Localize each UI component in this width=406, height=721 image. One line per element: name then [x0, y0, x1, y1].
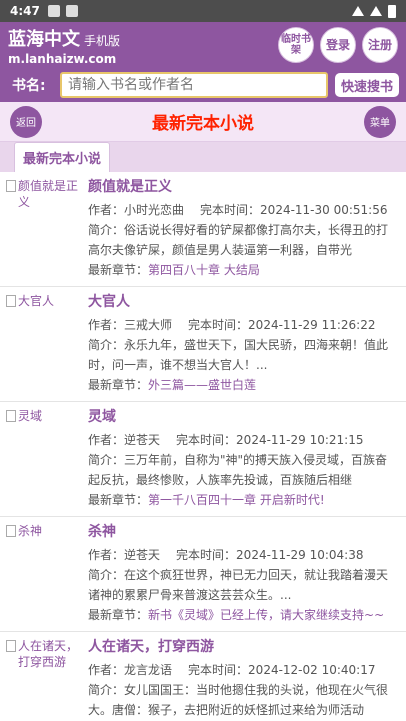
book-list: 颜值就是正义 颜值就是正义 作者：小时光恋曲 完本时间：2024-11-30 00…: [0, 172, 406, 721]
broken-image-icon: [6, 525, 16, 537]
list-item[interactable]: 灵域 灵域 作者：逆苍天 完本时间：2024-11-29 10:21:15 简介：…: [0, 402, 406, 517]
book-author: 小时光恋曲: [124, 203, 185, 217]
book-author: 三戒大师: [124, 318, 173, 332]
battery-icon: [388, 4, 396, 18]
register-button[interactable]: 注册: [362, 27, 398, 63]
finish-time: 2024-11-29 10:04:38: [236, 548, 364, 562]
status-bar: 4:47: [0, 0, 406, 22]
author-label: 作者：: [88, 548, 125, 562]
author-label: 作者：: [88, 663, 125, 677]
cover-alt-text: 人在诸天，打穿西游: [18, 639, 79, 669]
book-title[interactable]: 杀神: [88, 521, 398, 543]
finish-time: 2024-11-29 10:21:15: [236, 433, 364, 447]
broken-image-icon: [6, 640, 16, 652]
latest-label: 最新章节：: [88, 493, 149, 507]
intro-label: 简介：: [88, 338, 125, 352]
book-title[interactable]: 大官人: [88, 291, 398, 313]
book-cover[interactable]: 大官人: [6, 293, 78, 401]
finish-time: 2024-11-30 00:51:56: [260, 203, 388, 217]
notification-icon: [65, 5, 78, 17]
book-intro: 俗话说长得好看的铲屎都像打高尔夫，长得丑的打高尔夫像铲屎，颜值是男人装逼第一利器…: [88, 223, 389, 257]
brand-url: m.lanhaizw.com: [8, 51, 117, 66]
cover-alt-text: 灵域: [18, 409, 43, 423]
author-label: 作者：: [88, 318, 125, 332]
finish-time: 2024-12-02 10:40:17: [248, 663, 376, 677]
intro-label: 简介：: [88, 453, 125, 467]
finish-time-label: 完本时间：: [188, 318, 249, 332]
search-bar: 书名: 快速搜书: [0, 68, 406, 102]
bookshelf-button[interactable]: 临时书架: [278, 27, 314, 63]
back-button[interactable]: 返回: [10, 105, 42, 138]
tab-finished-novels[interactable]: 最新完本小说: [14, 142, 111, 172]
intro-label: 简介：: [88, 223, 125, 237]
book-intro: 三万年前，自称为"神"的搏天族入侵灵域，百族奋起反抗，最终惨败，人族率先投诚，百…: [88, 453, 388, 487]
broken-image-icon: [6, 410, 16, 422]
author-label: 作者：: [88, 433, 125, 447]
book-author: 逆苍天: [124, 433, 161, 447]
login-button[interactable]: 登录: [320, 27, 356, 63]
book-author: 龙言龙语: [124, 663, 173, 677]
search-input[interactable]: [60, 72, 328, 98]
page-titlebar: 返回 最新完本小说 菜单: [0, 102, 406, 142]
cover-alt-text: 杀神: [18, 524, 43, 538]
broken-image-icon: [6, 295, 16, 307]
book-author: 逆苍天: [124, 548, 161, 562]
book-intro: 在这个疯狂世界，神已无力回天，就让我踏着漫天诸神的累累尸骨来普渡这芸芸众生。..…: [88, 568, 389, 602]
book-cover[interactable]: 杀神: [6, 523, 78, 631]
menu-button[interactable]: 菜单: [364, 105, 396, 138]
cover-alt-text: 大官人: [18, 294, 55, 308]
finish-time-label: 完本时间：: [176, 433, 237, 447]
signal-icon: [370, 6, 382, 16]
page-title: 最新完本小说: [152, 114, 254, 134]
wifi-icon: [352, 6, 364, 16]
latest-chapter-link[interactable]: 第四百八十章 大结局: [148, 263, 260, 277]
finish-time-label: 完本时间：: [188, 663, 249, 677]
latest-label: 最新章节：: [88, 608, 149, 622]
list-item[interactable]: 颜值就是正义 颜值就是正义 作者：小时光恋曲 完本时间：2024-11-30 00…: [0, 172, 406, 287]
search-button[interactable]: 快速搜书: [333, 72, 400, 98]
search-label: 书名:: [12, 78, 46, 94]
status-time: 4:47: [10, 4, 40, 18]
book-title[interactable]: 颜值就是正义: [88, 176, 398, 198]
book-cover[interactable]: 颜值就是正义: [6, 178, 78, 286]
brand-name: 蓝海中文: [8, 28, 80, 50]
intro-label: 简介：: [88, 568, 125, 582]
brand-sub: 手机版: [84, 33, 121, 48]
book-cover[interactable]: 人在诸天，打穿西游: [6, 638, 78, 721]
finish-time: 2024-11-29 11:26:22: [248, 318, 376, 332]
latest-chapter-link[interactable]: 新书《灵域》已经上传，请大家继续支持~~: [148, 608, 384, 622]
tab-row: 最新完本小说: [0, 142, 406, 172]
book-title[interactable]: 人在诸天，打穿西游: [88, 636, 398, 658]
brand[interactable]: 蓝海中文 手机版 m.lanhaizw.com: [8, 25, 120, 66]
cover-alt-text: 颜值就是正义: [18, 179, 79, 209]
book-title[interactable]: 灵域: [88, 406, 398, 428]
site-header: 蓝海中文 手机版 m.lanhaizw.com 临时书架 登录 注册: [0, 22, 406, 68]
list-item[interactable]: 人在诸天，打穿西游 人在诸天，打穿西游 作者：龙言龙语 完本时间：2024-12-…: [0, 632, 406, 721]
finish-time-label: 完本时间：: [200, 203, 261, 217]
broken-image-icon: [6, 180, 16, 192]
latest-chapter-link[interactable]: 第一千八百四十一章 开启新时代!: [148, 493, 325, 507]
brand-title: 蓝海中文 手机版: [8, 25, 120, 51]
latest-chapter-link[interactable]: 外三篇——盛世白莲: [148, 378, 256, 392]
list-item[interactable]: 杀神 杀神 作者：逆苍天 完本时间：2024-11-29 10:04:38 简介：…: [0, 517, 406, 632]
book-cover[interactable]: 灵域: [6, 408, 78, 516]
latest-label: 最新章节：: [88, 378, 149, 392]
author-label: 作者：: [88, 203, 125, 217]
list-item[interactable]: 大官人 大官人 作者：三戒大师 完本时间：2024-11-29 11:26:22 …: [0, 287, 406, 402]
notification-icon: [47, 5, 60, 17]
book-intro: 永乐九年，盛世天下，国大民骄，四海来朝！值此时，问一声，谁不想当大官人！...: [88, 338, 389, 372]
book-intro: 女儿国国王：当时他摁住我的头说，他现在火气很大。唐僧：猴子，去把附近的妖怪抓过来…: [88, 683, 389, 717]
latest-label: 最新章节：: [88, 263, 149, 277]
finish-time-label: 完本时间：: [176, 548, 237, 562]
intro-label: 简介：: [88, 683, 125, 697]
